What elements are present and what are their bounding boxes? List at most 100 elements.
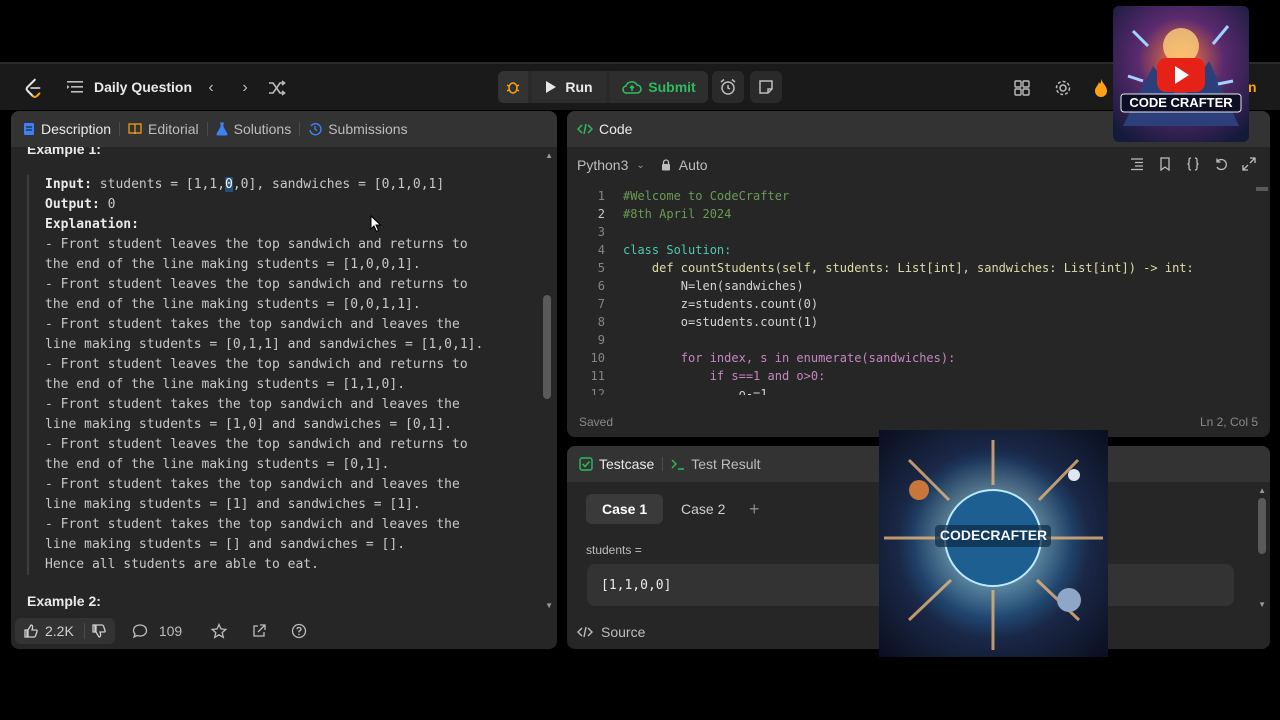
case-2-tab[interactable]: Case 2	[665, 494, 741, 524]
tab-submissions[interactable]: Submissions	[300, 121, 415, 137]
tab-code[interactable]: Code	[567, 121, 640, 137]
students-input-value: [1,1,0,0]	[601, 577, 672, 593]
explanation-line: the end of the line making students = [1…	[45, 257, 421, 272]
editor-status-bar: Saved Ln 2, Col 5	[579, 415, 1258, 429]
comment-bubble-icon	[132, 624, 147, 639]
problem-list-icon[interactable]	[67, 80, 83, 94]
code-line: z=students.count(0)	[623, 297, 819, 311]
streak-fire-icon[interactable]	[1094, 78, 1108, 98]
format-align-icon[interactable]	[1130, 157, 1144, 171]
gear-icon[interactable]	[1054, 79, 1072, 97]
source-label: Source	[601, 624, 646, 640]
explanation-line: - Front student takes the top sandwich a…	[45, 397, 460, 412]
codecrafter-artwork-overlay: CODECRAFTER	[879, 430, 1108, 657]
editor-scrollbar[interactable]	[1256, 187, 1268, 191]
code-line: #Welcome to CodeCrafter	[623, 189, 790, 203]
code-brackets-icon	[577, 123, 593, 135]
history-icon	[309, 123, 322, 136]
scroll-down-arrow-icon[interactable]: ▼	[1258, 600, 1266, 609]
explanation-line: the end of the line making students = [0…	[45, 457, 390, 472]
note-icon	[759, 80, 773, 94]
input-label: Input:	[45, 177, 92, 192]
share-external-icon	[253, 624, 266, 637]
source-link[interactable]: Source	[577, 624, 645, 640]
submit-button[interactable]: Submit	[610, 71, 708, 103]
reset-undo-icon[interactable]	[1214, 157, 1228, 171]
scroll-up-arrow-icon[interactable]: ▲	[1258, 486, 1266, 495]
prev-question-chevron-left-icon[interactable]: ‹	[201, 78, 221, 98]
shuffle-icon[interactable]	[268, 80, 286, 96]
language-select[interactable]: Python3	[577, 157, 628, 173]
scroll-down-arrow-icon[interactable]: ▼	[545, 601, 553, 610]
star-icon	[211, 623, 228, 639]
code-line: o=students.count(1)	[623, 315, 819, 329]
code-line: def countStudents(self, students: List[i…	[623, 261, 1194, 275]
thumbs-down-icon[interactable]	[91, 623, 107, 639]
code-editor[interactable]: 1 #Welcome to CodeCrafter 2 #8th April 202…	[567, 187, 1256, 395]
tab-testcase-label: Testcase	[599, 456, 655, 472]
alarm-timer-button[interactable]	[712, 71, 744, 103]
codecrafter-planet-image	[879, 430, 1108, 657]
tab-solutions[interactable]: Solutions	[208, 121, 300, 137]
code-line: for index, s in enumerate(sandwiches):	[623, 351, 956, 365]
daily-question-label[interactable]: Daily Question	[94, 79, 192, 95]
description-footer: 2.2K 109	[11, 613, 557, 649]
tab-testcase[interactable]: Testcase	[567, 456, 662, 472]
editor-toolbar: Python3 ⌄ Auto	[567, 147, 1270, 183]
explanation-line: - Front student leaves the top sandwich …	[45, 237, 468, 252]
line-number: 10	[590, 351, 605, 365]
comments-button[interactable]	[125, 618, 155, 644]
explanation-line: the end of the line making students = [1…	[45, 377, 406, 392]
editor-actions	[1130, 157, 1256, 171]
premium-partial-label[interactable]: n	[1248, 79, 1257, 95]
lock-icon	[661, 159, 670, 171]
next-question-chevron-right-icon[interactable]: ›	[235, 78, 255, 98]
explanation-line: line making students = [1,0] and sandwic…	[45, 417, 452, 432]
input-value-start: students = [1,1,	[91, 177, 226, 192]
tab-solutions-label: Solutions	[233, 121, 292, 137]
code-line: #8th April 2024	[623, 207, 732, 221]
description-tabs: Description Editorial Solutions Submissi…	[11, 111, 557, 147]
explanation-line: - Front student takes the top sandwich a…	[45, 317, 460, 332]
layout-grid-icon[interactable]	[1014, 80, 1030, 96]
line-number: 2	[597, 207, 605, 221]
cursor-position: Ln 2, Col 5	[1199, 415, 1258, 429]
curly-braces-icon[interactable]	[1186, 157, 1200, 171]
explanation-line: the end of the line making students = [0…	[45, 297, 421, 312]
debug-button[interactable]	[498, 71, 528, 103]
testcase-scrollbar[interactable]	[1258, 498, 1266, 554]
line-number: 3	[597, 225, 605, 239]
explanation-label: Explanation:	[45, 217, 139, 232]
chevron-down-icon[interactable]: ⌄	[636, 160, 644, 171]
divider	[83, 623, 85, 639]
submit-button-label: Submit	[648, 79, 696, 95]
tab-description[interactable]: Description	[11, 121, 119, 137]
comment-count: 109	[158, 623, 183, 639]
scroll-up-arrow-icon[interactable]: ▲	[545, 151, 553, 160]
auto-mode-label[interactable]: Auto	[679, 157, 708, 173]
top-bar: Daily Question ‹ › Run Submit n	[0, 62, 1280, 110]
description-scrollbar[interactable]	[543, 295, 551, 399]
share-button[interactable]	[244, 618, 274, 644]
tab-description-label: Description	[41, 121, 112, 137]
notes-button[interactable]	[750, 71, 782, 103]
play-icon	[546, 81, 557, 93]
line-number: 9	[597, 333, 605, 347]
bookmark-icon[interactable]	[1158, 157, 1172, 171]
tab-editorial[interactable]: Editorial	[120, 121, 207, 137]
leetcode-logo-icon[interactable]	[22, 77, 44, 99]
explanation-line: - Front student takes the top sandwich a…	[45, 517, 460, 532]
favorite-button[interactable]	[204, 618, 234, 644]
example-1-block: Input: students = [1,1,0,0], sandwiches …	[27, 175, 527, 575]
tab-test-result[interactable]: Test Result	[663, 456, 768, 472]
explanation-line: Hence all students are able to eat.	[45, 557, 319, 572]
add-case-button[interactable]: +	[733, 494, 776, 524]
case-1-tab[interactable]: Case 1	[586, 494, 664, 524]
saved-status: Saved	[579, 415, 614, 429]
run-button[interactable]: Run	[532, 71, 606, 103]
expand-icon[interactable]	[1242, 157, 1256, 171]
explanation-line: line making students = [1] and sandwiche…	[45, 497, 421, 512]
like-dislike-group: 2.2K	[15, 618, 115, 644]
help-button[interactable]	[284, 618, 314, 644]
thumbs-up-icon[interactable]	[23, 623, 39, 639]
